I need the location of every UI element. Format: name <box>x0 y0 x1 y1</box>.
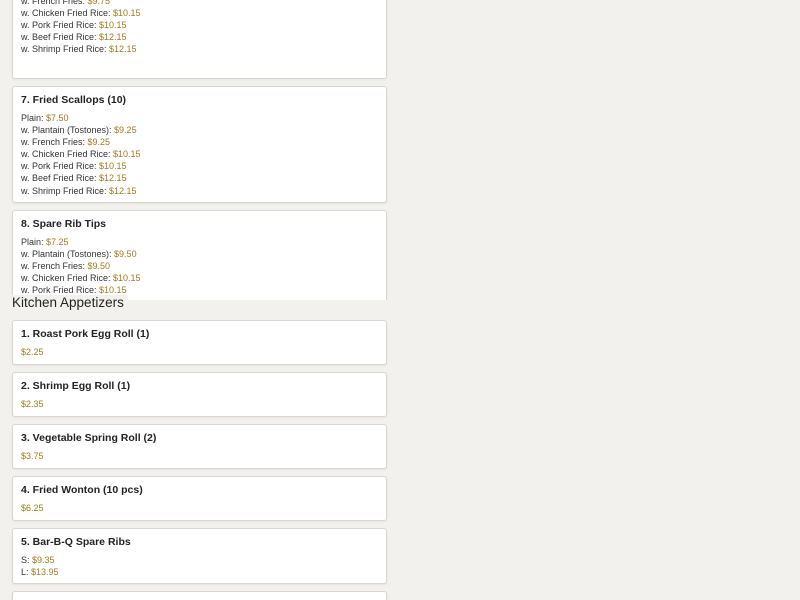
price-row: w. Shrimp Fried Rice: $12.15 <box>21 43 141 55</box>
price-option-label: w. Pork Fried Rice: <box>21 161 100 172</box>
price-row: w. French Fries: $9.25 <box>21 136 141 148</box>
price-option-label: w. Chicken Fried Rice: <box>21 8 114 19</box>
price-value: $2.25 <box>21 347 44 357</box>
price-value: $9.25 <box>87 137 111 148</box>
price-list: $3.75 <box>21 450 44 462</box>
price-value: $12.15 <box>109 185 137 196</box>
price-option-label: w. French Fries: <box>21 0 88 7</box>
price-value: $9.50 <box>114 249 137 260</box>
price-option-label: w. French Fries: <box>21 261 88 272</box>
section-title-kitchen-appetizers: Kitchen Appetizers <box>12 295 128 310</box>
price-list: S: $9.35 L: $13.95 <box>21 554 59 578</box>
price-value: $10.15 <box>99 161 127 172</box>
price-row: w. Plantain (Tostones): $9.50 <box>21 248 141 260</box>
pane-bottom-right: $6.2511. Cream Cheese Wonton (8 pcs)$7.5… <box>400 300 800 600</box>
price-row: w. French Fries: $9.75 <box>21 0 141 7</box>
menu-item-title: 3. Vegetable Spring Roll (2) <box>21 432 157 444</box>
menu-card-3-vegetable-spring-roll-2: 3. Vegetable Spring Roll (2) $3.75 <box>12 424 387 469</box>
price-row: $2.35 <box>21 398 44 410</box>
price-option-label: w. Chicken Fried Rice: <box>21 149 114 160</box>
price-value: $10.15 <box>113 149 141 160</box>
price-value: $12.15 <box>109 44 137 55</box>
price-option-label: Plain: <box>21 113 47 123</box>
price-value: $3.75 <box>21 451 44 461</box>
menu-item-title: 2. Shrimp Egg Roll (1) <box>21 380 131 392</box>
menu-item-title: 1. Roast Pork Egg Roll (1) <box>21 328 150 340</box>
price-value: $9.35 <box>32 555 55 565</box>
price-list: Plain: $7.50 w. Plantain (Tostones): $9.2… <box>21 112 141 197</box>
price-row: w. Shrimp Fried Rice: $12.15 <box>21 185 141 197</box>
price-row: w. Chicken Fried Rice: $10.15 <box>21 148 141 160</box>
price-list: $6.25 <box>21 502 44 514</box>
menu-card-5-bar-b-q-spare-ribs: 5. Bar-B-Q Spare Ribs S: $9.35 L: $13.95 <box>12 528 387 584</box>
price-row: w. Chicken Fried Rice: $10.15 <box>21 7 141 19</box>
price-value: $6.25 <box>21 503 44 513</box>
price-value: $13.95 <box>31 567 59 578</box>
menu-item-title: 4. Fried Wonton (10 pcs) <box>21 484 143 496</box>
menu-card-8-spare-rib-tips: 8. Spare Rib Tips Plain: $7.25 w. Plantain… <box>12 210 387 300</box>
menu-card-7-fried-scallops-10: 7. Fried Scallops (10) Plain: $7.50 w. Pla… <box>12 86 387 203</box>
price-row: w. Chicken Fried Rice: $10.15 <box>21 272 141 284</box>
price-row: w. Beef Fried Rice: $12.15 <box>21 31 141 43</box>
price-row: w. Pork Fried Rice: $10.15 <box>21 160 141 172</box>
menu-card-p3-partial-5 <box>12 591 387 600</box>
menu-card-1-roast-pork-egg-roll-1: 1. Roast Pork Egg Roll (1) $2.25 <box>12 320 387 365</box>
price-option-label: w. Shrimp Fried Rice: <box>21 44 110 55</box>
menu-item-title: 8. Spare Rib Tips <box>21 218 106 230</box>
price-value: $10.15 <box>113 8 141 19</box>
price-value: $10.15 <box>99 285 127 296</box>
pane-top-left: w. Plantain (Tostones): $9.75w. French F… <box>0 0 400 300</box>
price-option-label: w. French Fries: <box>21 137 88 148</box>
price-row: w. Plantain (Tostones): $9.25 <box>21 124 141 136</box>
price-value: $7.25 <box>46 237 69 247</box>
price-value: $9.50 <box>87 261 111 272</box>
price-value: $10.15 <box>99 20 127 31</box>
price-list: $2.25 <box>21 346 44 358</box>
price-row: $3.75 <box>21 450 44 462</box>
pane-bottom-left: 1. Roast Pork Egg Roll (1) $2.25 2. Shrimp… <box>0 300 400 600</box>
price-row: S: $9.35 <box>21 554 59 566</box>
menu-item-title: 5. Bar-B-Q Spare Ribs <box>21 536 131 548</box>
price-option-label: w. Pork Fried Rice: <box>21 20 100 31</box>
price-row: Plain: $7.50 <box>21 112 141 124</box>
price-list: $2.35 <box>21 398 44 410</box>
price-row: Plain: $7.25 <box>21 236 141 248</box>
price-value: $9.75 <box>87 0 111 7</box>
price-option-label: Plain: <box>21 237 47 247</box>
price-option-label: w. Chicken Fried Rice: <box>21 273 114 284</box>
price-row: w. Beef Fried Rice: $12.15 <box>21 172 141 184</box>
price-list: w. Plantain (Tostones): $9.75w. French F… <box>21 0 141 56</box>
menu-card-4-fried-wonton-10-pcs: 4. Fried Wonton (10 pcs) $6.25 <box>12 476 387 521</box>
price-option-label: L: <box>21 567 32 578</box>
price-value: $10.15 <box>113 273 141 284</box>
price-row: $2.25 <box>21 346 44 358</box>
price-value: $12.15 <box>99 32 127 43</box>
price-option-label: w. Beef Fried Rice: <box>21 32 100 43</box>
price-value: $2.35 <box>21 399 44 409</box>
price-value: $9.25 <box>114 125 137 136</box>
price-row: w. French Fries: $9.50 <box>21 260 141 272</box>
price-option-label: w. Plantain (Tostones): <box>21 125 115 136</box>
price-option-label: w. Pork Fried Rice: <box>21 285 100 296</box>
price-option-label: w. Plantain (Tostones): <box>21 249 115 260</box>
menu-item-title: 7. Fried Scallops (10) <box>21 94 127 106</box>
pane-top-right: 2. Beef Stick (4)Plain: $9.00w. Plantain… <box>400 0 800 300</box>
price-row: w. Pork Fried Rice: $10.15 <box>21 19 141 31</box>
price-value: $7.50 <box>46 113 69 123</box>
price-option-label: S: <box>21 555 33 565</box>
price-option-label: w. Shrimp Fried Rice: <box>21 185 110 196</box>
price-row: L: $13.95 <box>21 566 59 578</box>
menu-card-p1-partial-0: w. Plantain (Tostones): $9.75w. French F… <box>12 0 387 79</box>
menu-card-2-shrimp-egg-roll-1: 2. Shrimp Egg Roll (1) $2.35 <box>12 372 387 417</box>
price-row: $6.25 <box>21 502 44 514</box>
price-list: Plain: $7.25 w. Plantain (Tostones): $9.5… <box>21 236 141 296</box>
price-option-label: w. Beef Fried Rice: <box>21 173 100 184</box>
price-value: $12.15 <box>99 173 127 184</box>
